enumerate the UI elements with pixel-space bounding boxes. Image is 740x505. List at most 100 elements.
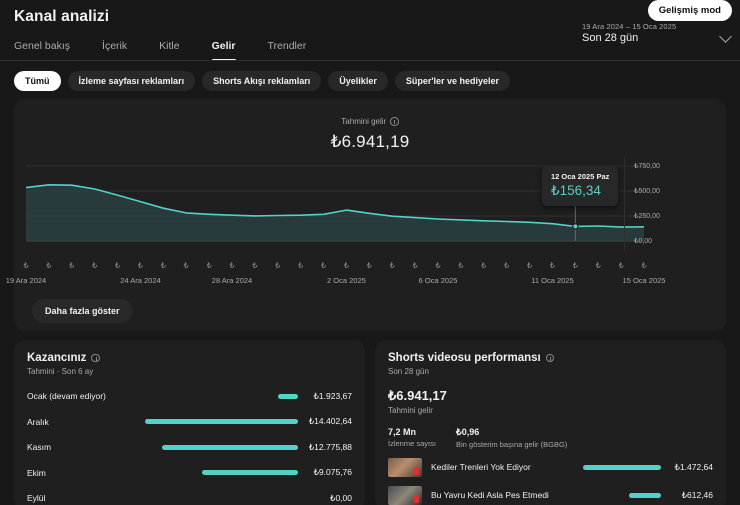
stat-rpm-caption: Bin gösterim başına gelir (BGBG) bbox=[456, 440, 568, 449]
x-axis-label: 6 Oca 2025 bbox=[418, 276, 458, 285]
x-tick-glyph: ₺ bbox=[46, 261, 52, 270]
stat-views: 7,2 Mn İzlenme sayısı bbox=[388, 427, 456, 449]
chart-metric-label-wrap: Tahmini gelir bbox=[341, 117, 399, 126]
y-tick-0: ₺0,00 bbox=[634, 238, 653, 245]
earnings-rows: Ocak (devam ediyor) ₺1.923,67 Aralık ₺14.40… bbox=[27, 385, 352, 505]
x-tick-glyph: ₺ bbox=[618, 261, 624, 270]
page-header: Kanal analizi Gelişmiş mod 19 Ara 2024 –… bbox=[0, 0, 740, 44]
x-axis-label: 24 Ara 2024 bbox=[120, 276, 161, 285]
shorts-card-subtitle: Son 28 gün bbox=[388, 367, 429, 376]
y-axis-divider bbox=[624, 158, 625, 250]
earnings-bar-fill bbox=[277, 393, 298, 399]
earnings-row: Ekim ₺9.075,76 bbox=[27, 462, 352, 485]
x-tick-glyph: ₺ bbox=[641, 261, 647, 270]
video-title: Kediler Trenleri Yok Ediyor bbox=[431, 462, 531, 472]
x-tick-glyph: ₺ bbox=[481, 261, 487, 270]
earnings-amount: ₺9.075,76 bbox=[313, 467, 353, 478]
earnings-row: Eylül ₺0,00 bbox=[27, 487, 352, 505]
earnings-month: Kasım bbox=[27, 442, 52, 453]
x-axis-labels: 19 Ara 2024 24 Ara 2024 28 Ara 2024 2 Oca 2… bbox=[6, 276, 666, 288]
tab-kitle[interactable]: Kitle bbox=[159, 36, 195, 61]
chip-izleme-sayfasi-reklamlari[interactable]: İzleme sayfası reklamları bbox=[67, 71, 196, 91]
chip-uyelikler[interactable]: Üyelikler bbox=[328, 71, 388, 91]
revenue-filter-chips: Tümü İzleme sayfası reklamları Shorts Ak… bbox=[0, 61, 740, 99]
chip-tumu[interactable]: Tümü bbox=[14, 71, 61, 91]
shorts-video-list: Kediler Trenleri Yok Ediyor ₺1.472,64 Bu Y… bbox=[388, 455, 713, 505]
x-axis-label: 19 Ara 2024 bbox=[5, 276, 47, 285]
shorts-performance-card: Shorts videosu performansı Son 28 gün ₺6… bbox=[375, 340, 726, 505]
y-axis: ₺750,00 ₺500,00 ₺250,00 ₺0,00 bbox=[624, 158, 712, 250]
earnings-bar-track bbox=[145, 470, 298, 476]
chart-metric-label: Tahmini gelir bbox=[341, 117, 387, 126]
earnings-bar-fill bbox=[162, 444, 298, 450]
tooltip-date: 12 Oca 2025 Paz bbox=[551, 172, 610, 181]
x-tick-glyph: ₺ bbox=[298, 261, 304, 270]
tooltip-value: ₺156,34 bbox=[551, 183, 601, 198]
earnings-amount: ₺12.775,88 bbox=[308, 441, 352, 452]
shorts-revenue-value: ₺6.941,17 bbox=[388, 388, 447, 403]
x-tick-glyph: ₺ bbox=[595, 261, 601, 270]
shorts-card-title-row: Shorts videosu performansı bbox=[388, 352, 713, 364]
info-icon[interactable] bbox=[91, 353, 100, 363]
y-tick-750: ₺750,00 bbox=[634, 163, 660, 170]
shorts-card-title: Shorts videosu performansı bbox=[388, 352, 541, 364]
chip-shorts-akisi-reklamlari[interactable]: Shorts Akışı reklamları bbox=[202, 71, 322, 91]
x-tick-glyph: ₺ bbox=[69, 261, 75, 270]
chart-tooltip: 12 Oca 2025 Paz ₺156,34 bbox=[542, 166, 619, 206]
earnings-card-title: Kazancınız bbox=[27, 352, 87, 364]
tab-gelir[interactable]: Gelir bbox=[211, 36, 252, 61]
x-tick-glyph: ₺ bbox=[458, 261, 464, 270]
x-tick-glyph: ₺ bbox=[137, 261, 143, 270]
x-tick-glyph: ₺ bbox=[252, 261, 258, 270]
video-bar-fill bbox=[628, 492, 661, 498]
shorts-revenue-caption: Tahmini gelir bbox=[388, 406, 433, 415]
video-bar-track bbox=[583, 492, 661, 498]
earnings-amount: ₺1.923,67 bbox=[313, 390, 353, 401]
chip-superler-ve-hediyeler[interactable]: Süper'ler ve hediyeler bbox=[394, 71, 511, 91]
x-tick-glyph: ₺ bbox=[321, 261, 327, 270]
x-tick-glyph: ₺ bbox=[343, 261, 349, 270]
x-tick-glyph: ₺ bbox=[389, 261, 395, 270]
earnings-month: Eylül bbox=[27, 493, 46, 504]
earnings-bar-track bbox=[145, 419, 298, 425]
revenue-plot[interactable]: ₺750,00 ₺500,00 ₺250,00 ₺0,00 12 Oca 202… bbox=[26, 158, 714, 264]
shorts-stats: 7,2 Mn İzlenme sayısı ₺0,96 Bin gösterim… bbox=[388, 427, 713, 449]
tab-genel-bakis[interactable]: Genel bakış bbox=[14, 36, 86, 61]
chart-metric-header: Tahmini gelir ₺6.941,19 bbox=[26, 111, 714, 152]
earnings-month: Aralık bbox=[27, 416, 49, 427]
earnings-card: Kazancınız Tahmini · Son 6 ay Ocak (deva… bbox=[14, 340, 365, 505]
tab-trendler[interactable]: Trendler bbox=[268, 36, 323, 61]
x-tick-glyph: ₺ bbox=[183, 261, 189, 270]
x-tick-glyph: ₺ bbox=[115, 261, 121, 270]
x-tick-glyph: ₺ bbox=[23, 261, 29, 270]
earnings-bar-fill bbox=[201, 470, 298, 476]
earnings-row: Ocak (devam ediyor) ₺1.923,67 bbox=[27, 385, 352, 408]
stat-views-caption: İzlenme sayısı bbox=[388, 439, 436, 448]
shorts-video-row[interactable]: Bu Yavru Kedi Asla Pes Etmedi ₺612,46 bbox=[388, 483, 713, 505]
bottom-cards-row: Kazancınız Tahmini · Son 6 ay Ocak (deva… bbox=[0, 331, 740, 505]
x-tick-glyph: ₺ bbox=[92, 261, 98, 270]
x-tick-glyph: ₺ bbox=[275, 261, 281, 270]
tabs-divider bbox=[0, 60, 740, 61]
x-axis-label: 11 Oca 2025 bbox=[531, 276, 574, 285]
video-bar-track bbox=[583, 464, 661, 470]
x-tick-glyph: ₺ bbox=[549, 261, 555, 270]
x-axis-tick-glyphs: ₺ ₺ ₺ ₺ ₺ ₺ ₺ ₺ ₺ ₺ ₺ ₺ ₺ ₺ ₺ ₺ ₺ ₺ ₺ ₺ ₺ ₺ ₺ ₺ ₺ ₺ ₺ ₺ bbox=[23, 261, 647, 275]
info-icon[interactable] bbox=[390, 117, 399, 126]
x-axis-label: 28 Ara 2024 bbox=[211, 276, 253, 285]
x-tick-glyph: ₺ bbox=[527, 261, 533, 270]
x-tick-glyph: ₺ bbox=[572, 261, 578, 270]
x-tick-glyph: ₺ bbox=[412, 261, 418, 270]
tab-icerik[interactable]: İçerik bbox=[102, 36, 143, 61]
info-icon[interactable] bbox=[545, 353, 555, 363]
shorts-video-row[interactable]: Kediler Trenleri Yok Ediyor ₺1.472,64 bbox=[388, 455, 713, 479]
advanced-mode-button[interactable]: Gelişmiş mod bbox=[647, 0, 732, 21]
video-bar-fill bbox=[583, 464, 661, 470]
channel-analytics-page: Kanal analizi Gelişmiş mod 19 Ara 2024 –… bbox=[0, 0, 740, 505]
video-title: Bu Yavru Kedi Asla Pes Etmedi bbox=[431, 490, 549, 500]
show-more-button[interactable]: Daha fazla göster bbox=[32, 299, 133, 323]
x-tick-glyph: ₺ bbox=[160, 261, 166, 270]
x-tick-glyph: ₺ bbox=[206, 261, 212, 270]
earnings-card-subtitle: Tahmini · Son 6 ay bbox=[27, 367, 94, 376]
chart-metric-value: ₺6.941,19 bbox=[330, 132, 410, 151]
